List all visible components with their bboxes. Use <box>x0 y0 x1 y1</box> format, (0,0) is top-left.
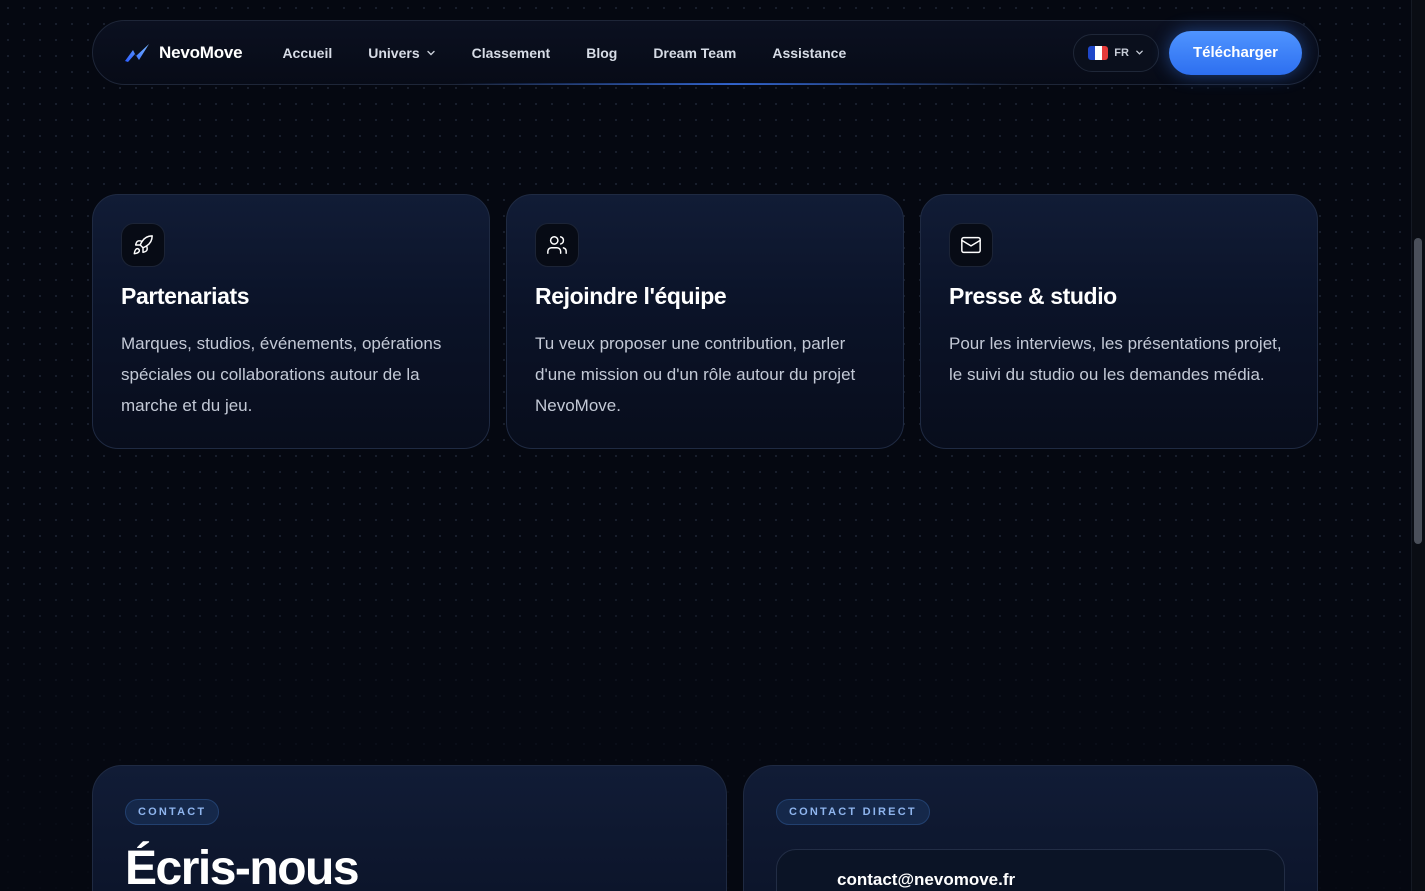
contact-email[interactable]: contact@nevomove.fr <box>837 870 1015 889</box>
card-description: Pour les interviews, les présentations p… <box>949 334 1282 384</box>
nav-link-label: Univers <box>368 44 420 61</box>
card-description: Marques, studios, événements, opérations… <box>121 334 442 415</box>
nevomove-logo-icon <box>125 43 149 62</box>
card-rejoindre-equipe: Rejoindre l'équipe Tu veux proposer une … <box>506 194 904 449</box>
scrollbar-thumb[interactable] <box>1414 238 1422 544</box>
nav-link-label: Dream Team <box>653 44 737 61</box>
nav-link-label: Blog <box>586 44 618 61</box>
top-navbar: NevoMove Accueil Univers Classement Blog… <box>92 20 1319 85</box>
nav-link-assistance[interactable]: Assistance <box>772 45 846 61</box>
card-presse-studio: Presse & studio Pour les interviews, les… <box>920 194 1318 449</box>
nav-actions: FR Télécharger <box>1073 30 1302 75</box>
rocket-icon <box>121 223 165 267</box>
nav-link-univers[interactable]: Univers <box>368 45 435 61</box>
language-selector[interactable]: FR <box>1073 33 1159 72</box>
brand-name: NevoMove <box>159 42 243 62</box>
card-title: Rejoindre l'équipe <box>535 283 727 309</box>
nav-link-label: Accueil <box>282 44 333 61</box>
card-description: Tu veux proposer une contribution, parle… <box>535 334 856 415</box>
france-flag-icon <box>1088 45 1109 60</box>
language-code: FR <box>1114 46 1129 59</box>
nav-link-label: Assistance <box>772 44 847 61</box>
download-button[interactable]: Télécharger <box>1168 30 1302 75</box>
card-title: Presse & studio <box>949 283 1117 309</box>
page: NevoMove Accueil Univers Classement Blog… <box>0 0 1425 891</box>
email-contact-box[interactable]: contact@nevomove.fr <box>776 849 1285 891</box>
page-scrollbar[interactable] <box>1411 0 1425 891</box>
mail-icon <box>949 223 993 267</box>
nav-link-blog[interactable]: Blog <box>586 45 617 61</box>
direct-contact-panel: CONTACT DIRECT contact@nevomove.fr <box>743 765 1318 891</box>
contact-heading: Écris-nous <box>125 842 360 891</box>
card-title: Partenariats <box>121 283 250 309</box>
direct-contact-pill: CONTACT DIRECT <box>776 799 930 825</box>
nav-link-label: Classement <box>471 44 551 61</box>
nav-link-dream-team[interactable]: Dream Team <box>653 45 736 61</box>
users-icon <box>535 223 579 267</box>
brand-logo-link[interactable]: NevoMove <box>123 42 243 64</box>
nav-links: Accueil Univers Classement Blog Dream Te… <box>282 45 846 61</box>
card-partenariats: Partenariats Marques, studios, événement… <box>92 194 490 449</box>
contact-pill: CONTACT <box>125 799 220 825</box>
nav-link-classement[interactable]: Classement <box>472 45 551 61</box>
nav-link-accueil[interactable]: Accueil <box>282 45 332 61</box>
contact-form-panel: CONTACT Écris-nous <box>92 765 727 891</box>
chevron-down-icon <box>426 50 435 55</box>
chevron-down-icon <box>1136 50 1143 55</box>
